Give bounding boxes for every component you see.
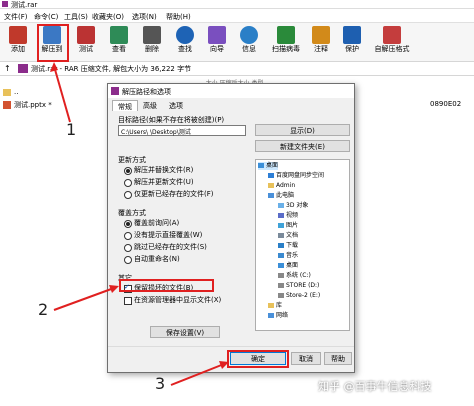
arrow-1-head [50, 62, 58, 72]
arrow-2-head [109, 285, 119, 293]
annotation-arrows [50, 62, 229, 386]
arrow-3-head [219, 361, 229, 369]
arrow-3-line [170, 363, 225, 386]
arrow-1-line [53, 65, 71, 123]
annotation-number-3: 3 [155, 374, 166, 393]
arrow-2-line [53, 287, 115, 311]
watermark: 知乎 @百事牛信息科技 [318, 380, 432, 393]
annotation-number-1: 1 [66, 120, 77, 139]
annotation-number-2: 2 [38, 300, 49, 319]
